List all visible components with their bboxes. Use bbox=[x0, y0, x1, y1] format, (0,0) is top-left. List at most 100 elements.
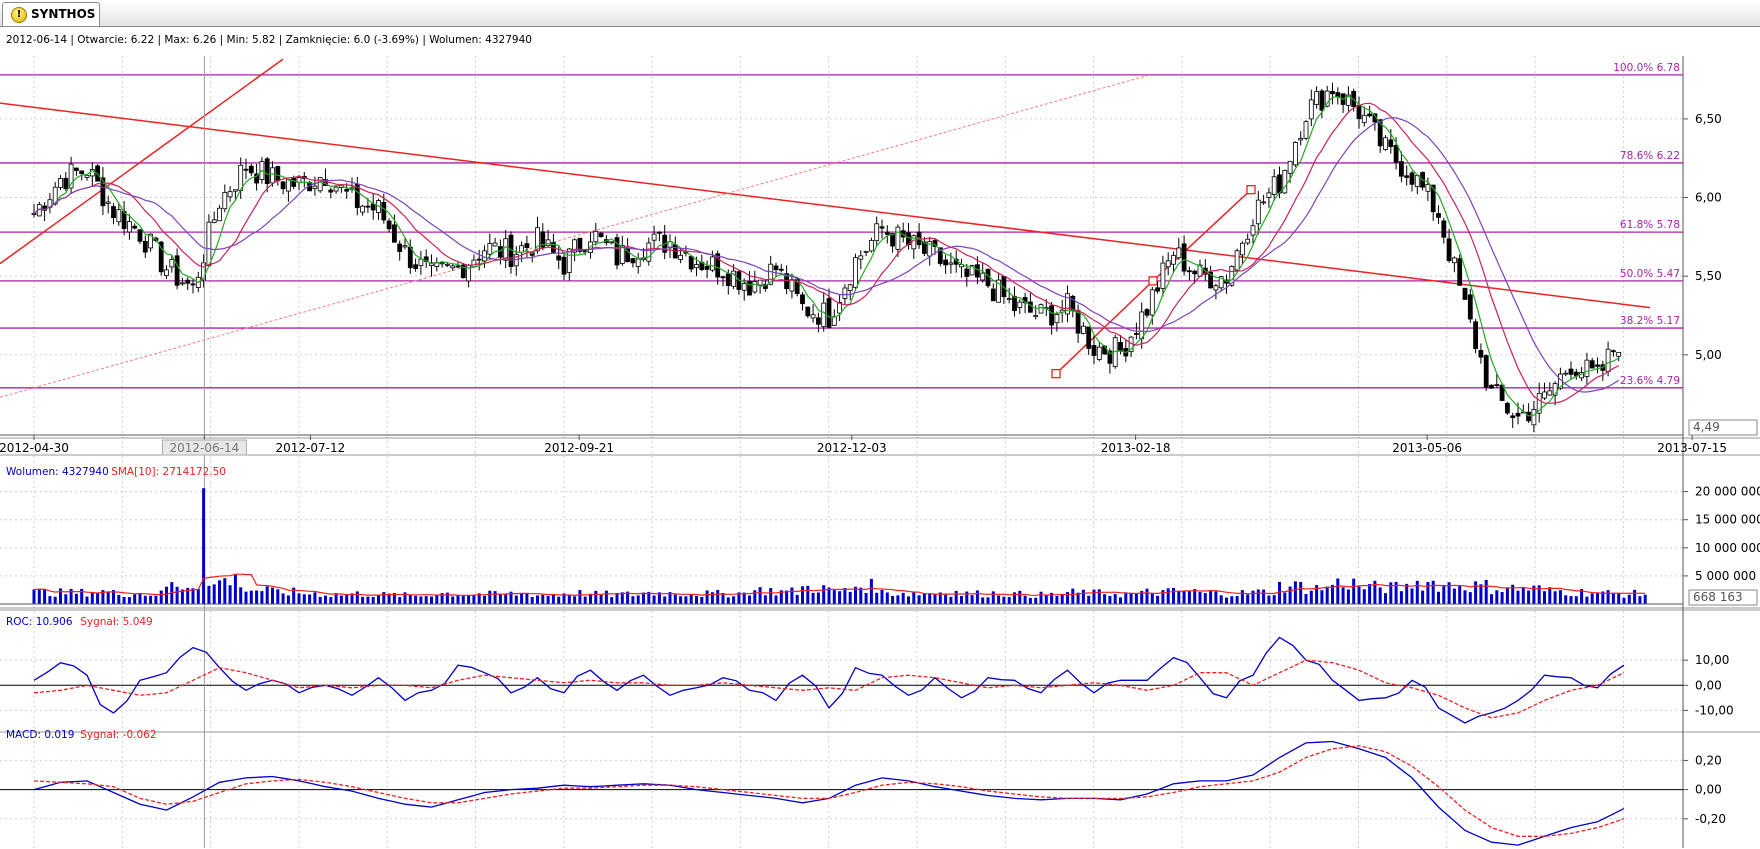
volume-bar[interactable] bbox=[1293, 581, 1297, 604]
volume-bar[interactable] bbox=[302, 594, 306, 604]
volume-bar[interactable] bbox=[1527, 590, 1531, 604]
candle-body[interactable] bbox=[990, 288, 996, 302]
volume-bar[interactable] bbox=[763, 595, 767, 604]
volume-bar[interactable] bbox=[1172, 587, 1175, 604]
volume-bar[interactable] bbox=[488, 590, 492, 604]
volume-bar[interactable] bbox=[642, 592, 645, 604]
candle-body[interactable] bbox=[1589, 360, 1595, 369]
candle-body[interactable] bbox=[853, 257, 858, 288]
candle-body[interactable] bbox=[1568, 368, 1574, 375]
candle-body[interactable] bbox=[1261, 201, 1266, 204]
volume-bar[interactable] bbox=[636, 595, 640, 604]
candle-body[interactable] bbox=[1383, 137, 1388, 150]
volume-bar[interactable] bbox=[1458, 585, 1462, 604]
volume-bar[interactable] bbox=[419, 596, 423, 604]
volume-bar[interactable] bbox=[324, 595, 327, 604]
candle-body[interactable] bbox=[810, 314, 816, 319]
candle-body[interactable] bbox=[725, 273, 731, 286]
volume-bar[interactable] bbox=[308, 594, 312, 604]
volume-bar[interactable] bbox=[838, 591, 842, 604]
candle-body[interactable] bbox=[1165, 260, 1171, 268]
volume-bar[interactable] bbox=[663, 596, 667, 604]
volume-bar[interactable] bbox=[806, 585, 810, 604]
volume-bar[interactable] bbox=[117, 594, 121, 604]
volume-bar[interactable] bbox=[758, 587, 762, 604]
volume-bar[interactable] bbox=[239, 587, 243, 604]
volume-bar[interactable] bbox=[1203, 593, 1207, 604]
volume-bar[interactable] bbox=[281, 593, 285, 604]
candle-body[interactable] bbox=[1489, 384, 1494, 389]
volume-bar[interactable] bbox=[53, 596, 57, 604]
volume-bar[interactable] bbox=[371, 596, 375, 604]
volume-bar[interactable] bbox=[1426, 582, 1430, 604]
volume-bar[interactable] bbox=[949, 596, 953, 604]
volume-bar[interactable] bbox=[859, 587, 863, 604]
candle-body[interactable] bbox=[1308, 99, 1314, 120]
volume-bar[interactable] bbox=[233, 574, 237, 604]
volume-bar[interactable] bbox=[848, 591, 852, 604]
candle-body[interactable] bbox=[657, 231, 662, 234]
candle-body[interactable] bbox=[858, 255, 864, 260]
volume-bar[interactable] bbox=[684, 596, 688, 604]
candle-body[interactable] bbox=[190, 283, 196, 286]
volume-bar[interactable] bbox=[1553, 591, 1557, 604]
volume-bar[interactable] bbox=[599, 594, 603, 604]
volume-bar[interactable] bbox=[801, 586, 804, 604]
volume-bar[interactable] bbox=[382, 592, 386, 604]
volume-bar[interactable] bbox=[377, 595, 380, 604]
volume-bar[interactable] bbox=[928, 593, 932, 604]
candle-body[interactable] bbox=[222, 192, 228, 210]
volume-bar[interactable] bbox=[1622, 597, 1626, 604]
volume-bar[interactable] bbox=[610, 597, 614, 604]
candle-body[interactable] bbox=[1266, 192, 1272, 198]
volume-bar[interactable] bbox=[1124, 592, 1128, 604]
volume-bar[interactable] bbox=[1336, 578, 1340, 604]
volume-bar[interactable] bbox=[154, 595, 158, 604]
candle-body[interactable] bbox=[1213, 285, 1219, 291]
volume-bar[interactable] bbox=[223, 578, 227, 604]
candle-body[interactable] bbox=[1335, 92, 1341, 97]
candle-body[interactable] bbox=[1240, 242, 1245, 256]
candle-body[interactable] bbox=[1547, 390, 1553, 396]
volume-bar[interactable] bbox=[1272, 595, 1276, 604]
candle-body[interactable] bbox=[1181, 243, 1187, 272]
candle-body[interactable] bbox=[1139, 311, 1145, 340]
tab-synthos[interactable]: ! SYNTHOS bbox=[2, 2, 100, 26]
volume-bar[interactable] bbox=[1399, 591, 1403, 604]
candle-body[interactable] bbox=[1404, 175, 1410, 178]
volume-bar[interactable] bbox=[165, 586, 168, 604]
volume-bar[interactable] bbox=[424, 596, 428, 604]
volume-bar[interactable] bbox=[1278, 581, 1281, 604]
candle-body[interactable] bbox=[821, 302, 827, 327]
candle-body[interactable] bbox=[641, 257, 646, 261]
candle-body[interactable] bbox=[232, 189, 238, 192]
volume-bar[interactable] bbox=[218, 580, 221, 604]
candle-body[interactable] bbox=[561, 256, 567, 275]
volume-bar[interactable] bbox=[1134, 593, 1138, 604]
candle-body[interactable] bbox=[630, 258, 636, 264]
macd-panel[interactable]: MACD: 0.019 Sygnał: -0.062 bbox=[6, 729, 1625, 846]
candle-body[interactable] bbox=[1234, 250, 1240, 271]
volume-bar[interactable] bbox=[1087, 595, 1091, 604]
candle-body[interactable] bbox=[1356, 104, 1362, 120]
candle-body[interactable] bbox=[142, 240, 148, 253]
volume-bar[interactable] bbox=[1368, 583, 1372, 604]
volume-bar[interactable] bbox=[1384, 593, 1387, 604]
candle-body[interactable] bbox=[1054, 314, 1060, 324]
volume-bar[interactable] bbox=[207, 585, 211, 604]
volume-bar[interactable] bbox=[1209, 591, 1213, 604]
volume-bar[interactable] bbox=[970, 595, 974, 604]
volume-bar[interactable] bbox=[594, 590, 598, 604]
volume-bar[interactable] bbox=[1463, 590, 1467, 604]
volume-bar[interactable] bbox=[1537, 585, 1541, 604]
volume-bar[interactable] bbox=[700, 596, 704, 604]
volume-bar[interactable] bbox=[445, 592, 449, 604]
candle-body[interactable] bbox=[847, 284, 853, 292]
candle-body[interactable] bbox=[1028, 301, 1033, 313]
volume-bar[interactable] bbox=[1569, 596, 1573, 604]
candle-body[interactable] bbox=[519, 245, 524, 253]
candle-body[interactable] bbox=[863, 250, 869, 253]
volume-bar[interactable] bbox=[59, 588, 62, 604]
candle-body[interactable] bbox=[217, 207, 222, 222]
candle-body[interactable] bbox=[1478, 350, 1484, 358]
